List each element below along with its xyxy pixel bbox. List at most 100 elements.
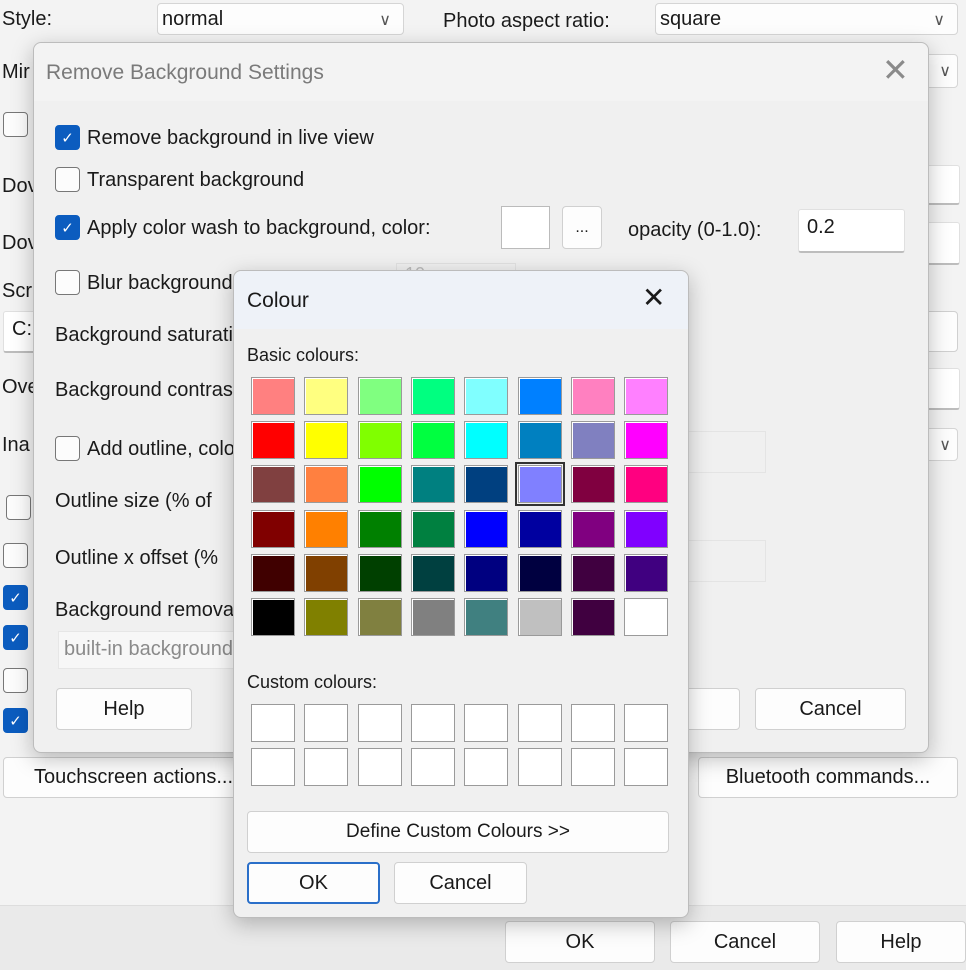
cancel-button[interactable]: Cancel bbox=[755, 688, 906, 730]
basic-colour-swatch[interactable] bbox=[410, 553, 455, 592]
cancel-button[interactable]: Cancel bbox=[670, 921, 820, 963]
custom-colour-swatch[interactable] bbox=[464, 704, 509, 742]
basic-colour-swatch[interactable] bbox=[410, 509, 455, 548]
color-wash-checkbox[interactable]: ✓ bbox=[55, 215, 80, 240]
custom-colour-swatch[interactable] bbox=[410, 704, 455, 742]
basic-colour-swatch[interactable] bbox=[304, 377, 349, 415]
basic-colour-swatch[interactable] bbox=[410, 465, 455, 504]
ok-button[interactable]: OK bbox=[505, 921, 655, 963]
basic-colour-swatch[interactable] bbox=[304, 598, 349, 636]
custom-colour-swatch[interactable] bbox=[570, 704, 615, 742]
custom-colour-swatch[interactable] bbox=[357, 704, 402, 742]
basic-colour-swatch[interactable] bbox=[251, 465, 295, 504]
touchscreen-actions-button[interactable]: Touchscreen actions... bbox=[3, 757, 243, 798]
checkbox[interactable] bbox=[6, 495, 31, 520]
custom-colour-swatch[interactable] bbox=[251, 748, 295, 786]
basic-colour-swatch[interactable] bbox=[464, 421, 509, 460]
outline-checkbox[interactable] bbox=[55, 436, 80, 461]
basic-colour-swatch[interactable] bbox=[251, 377, 295, 415]
color-swatch[interactable] bbox=[501, 206, 550, 249]
basic-colour-swatch[interactable] bbox=[624, 421, 669, 460]
basic-colour-swatch[interactable] bbox=[624, 509, 669, 548]
basic-colour-swatch[interactable] bbox=[624, 465, 669, 504]
aspect-select[interactable]: square ∨ bbox=[655, 3, 958, 35]
basic-colour-swatch[interactable] bbox=[410, 598, 455, 636]
basic-colour-swatch[interactable] bbox=[464, 377, 509, 415]
basic-colour-swatch[interactable] bbox=[570, 465, 615, 504]
custom-colour-swatch[interactable] bbox=[517, 704, 562, 742]
basic-colour-swatch[interactable] bbox=[251, 509, 295, 548]
basic-colour-swatch[interactable] bbox=[464, 553, 509, 592]
custom-colour-swatch[interactable] bbox=[624, 704, 669, 742]
blur-checkbox[interactable] bbox=[55, 270, 80, 295]
basic-colour-swatch[interactable] bbox=[517, 598, 562, 636]
custom-colour-swatch[interactable] bbox=[570, 748, 615, 786]
checkbox[interactable] bbox=[3, 668, 28, 693]
custom-colour-swatch[interactable] bbox=[357, 748, 402, 786]
checkbox[interactable] bbox=[3, 543, 28, 568]
basic-colour-swatch[interactable] bbox=[570, 598, 615, 636]
custom-colour-swatch[interactable] bbox=[624, 748, 669, 786]
basic-colour-swatch[interactable] bbox=[251, 598, 295, 636]
custom-colour-swatch[interactable] bbox=[464, 748, 509, 786]
select-partial[interactable]: ∨ bbox=[925, 428, 958, 461]
basic-colour-swatch[interactable] bbox=[251, 553, 295, 592]
cancel-button[interactable]: Cancel bbox=[394, 862, 527, 904]
transparent-label: Transparent background bbox=[87, 169, 305, 191]
basic-colour-swatch[interactable] bbox=[570, 377, 615, 415]
choose-color-button[interactable]: ... bbox=[562, 206, 602, 249]
basic-colour-swatch[interactable] bbox=[357, 465, 402, 504]
select-partial[interactable]: ∨ bbox=[925, 54, 958, 88]
basic-colour-swatch[interactable] bbox=[304, 553, 349, 592]
basic-colour-swatch[interactable] bbox=[410, 377, 455, 415]
basic-colour-swatch[interactable] bbox=[357, 509, 402, 548]
bluetooth-commands-button[interactable]: Bluetooth commands... bbox=[698, 757, 958, 798]
help-button[interactable]: Help bbox=[836, 921, 966, 963]
opacity-input[interactable]: 0.2 bbox=[798, 209, 905, 253]
ok-button[interactable]: OK bbox=[247, 862, 380, 904]
basic-colour-swatch[interactable] bbox=[357, 377, 402, 415]
basic-colour-swatch[interactable] bbox=[624, 377, 669, 415]
checkbox-checked[interactable]: ✓ bbox=[3, 625, 28, 650]
basic-colour-swatch[interactable] bbox=[570, 509, 615, 548]
basic-colour-swatch[interactable] bbox=[304, 421, 349, 460]
custom-colour-swatch[interactable] bbox=[304, 704, 349, 742]
basic-colour-swatch[interactable] bbox=[410, 421, 455, 460]
basic-colour-swatch[interactable] bbox=[624, 553, 669, 592]
custom-colour-swatch[interactable] bbox=[410, 748, 455, 786]
basic-colour-swatch[interactable] bbox=[304, 509, 349, 548]
basic-colour-swatch[interactable] bbox=[251, 421, 295, 460]
basic-colour-swatch[interactable] bbox=[624, 598, 669, 636]
basic-colour-swatch[interactable] bbox=[517, 509, 562, 548]
aspect-label: Photo aspect ratio: bbox=[443, 10, 610, 32]
custom-colour-swatch[interactable] bbox=[251, 704, 295, 742]
basic-colour-swatch[interactable] bbox=[517, 421, 562, 460]
checkbox-checked[interactable]: ✓ bbox=[3, 708, 28, 733]
basic-colour-swatch[interactable] bbox=[304, 465, 349, 504]
help-button[interactable]: Help bbox=[56, 688, 192, 730]
remove-live-checkbox[interactable]: ✓ bbox=[55, 125, 80, 150]
transparent-checkbox[interactable] bbox=[55, 167, 80, 192]
basic-colour-swatch[interactable] bbox=[464, 509, 509, 548]
basic-colour-swatch[interactable] bbox=[514, 462, 565, 507]
define-custom-colours-button[interactable]: Define Custom Colours >> bbox=[247, 811, 669, 853]
ok-label: OK bbox=[299, 871, 328, 894]
close-icon[interactable]: ✕ bbox=[642, 281, 665, 314]
basic-colour-swatch[interactable] bbox=[357, 598, 402, 636]
basic-colour-swatch[interactable] bbox=[570, 421, 615, 460]
custom-colour-swatch[interactable] bbox=[304, 748, 349, 786]
basic-colour-swatch[interactable] bbox=[517, 553, 562, 592]
basic-colour-swatch[interactable] bbox=[357, 421, 402, 460]
basic-colour-swatch[interactable] bbox=[464, 598, 509, 636]
checkbox-checked[interactable]: ✓ bbox=[3, 585, 28, 610]
opacity-label: opacity (0-1.0): bbox=[628, 219, 762, 241]
checkbox[interactable] bbox=[3, 112, 28, 137]
basic-colour-swatch[interactable] bbox=[570, 553, 615, 592]
basic-colour-swatch[interactable] bbox=[464, 465, 509, 504]
basic-colour-swatch[interactable] bbox=[357, 553, 402, 592]
style-select[interactable]: normal ∨ bbox=[157, 3, 404, 35]
close-icon[interactable]: ✕ bbox=[882, 51, 909, 89]
basic-colour-swatch[interactable] bbox=[517, 377, 562, 415]
custom-colour-swatch[interactable] bbox=[517, 748, 562, 786]
bg-removal-label: Background removal bbox=[55, 599, 239, 621]
